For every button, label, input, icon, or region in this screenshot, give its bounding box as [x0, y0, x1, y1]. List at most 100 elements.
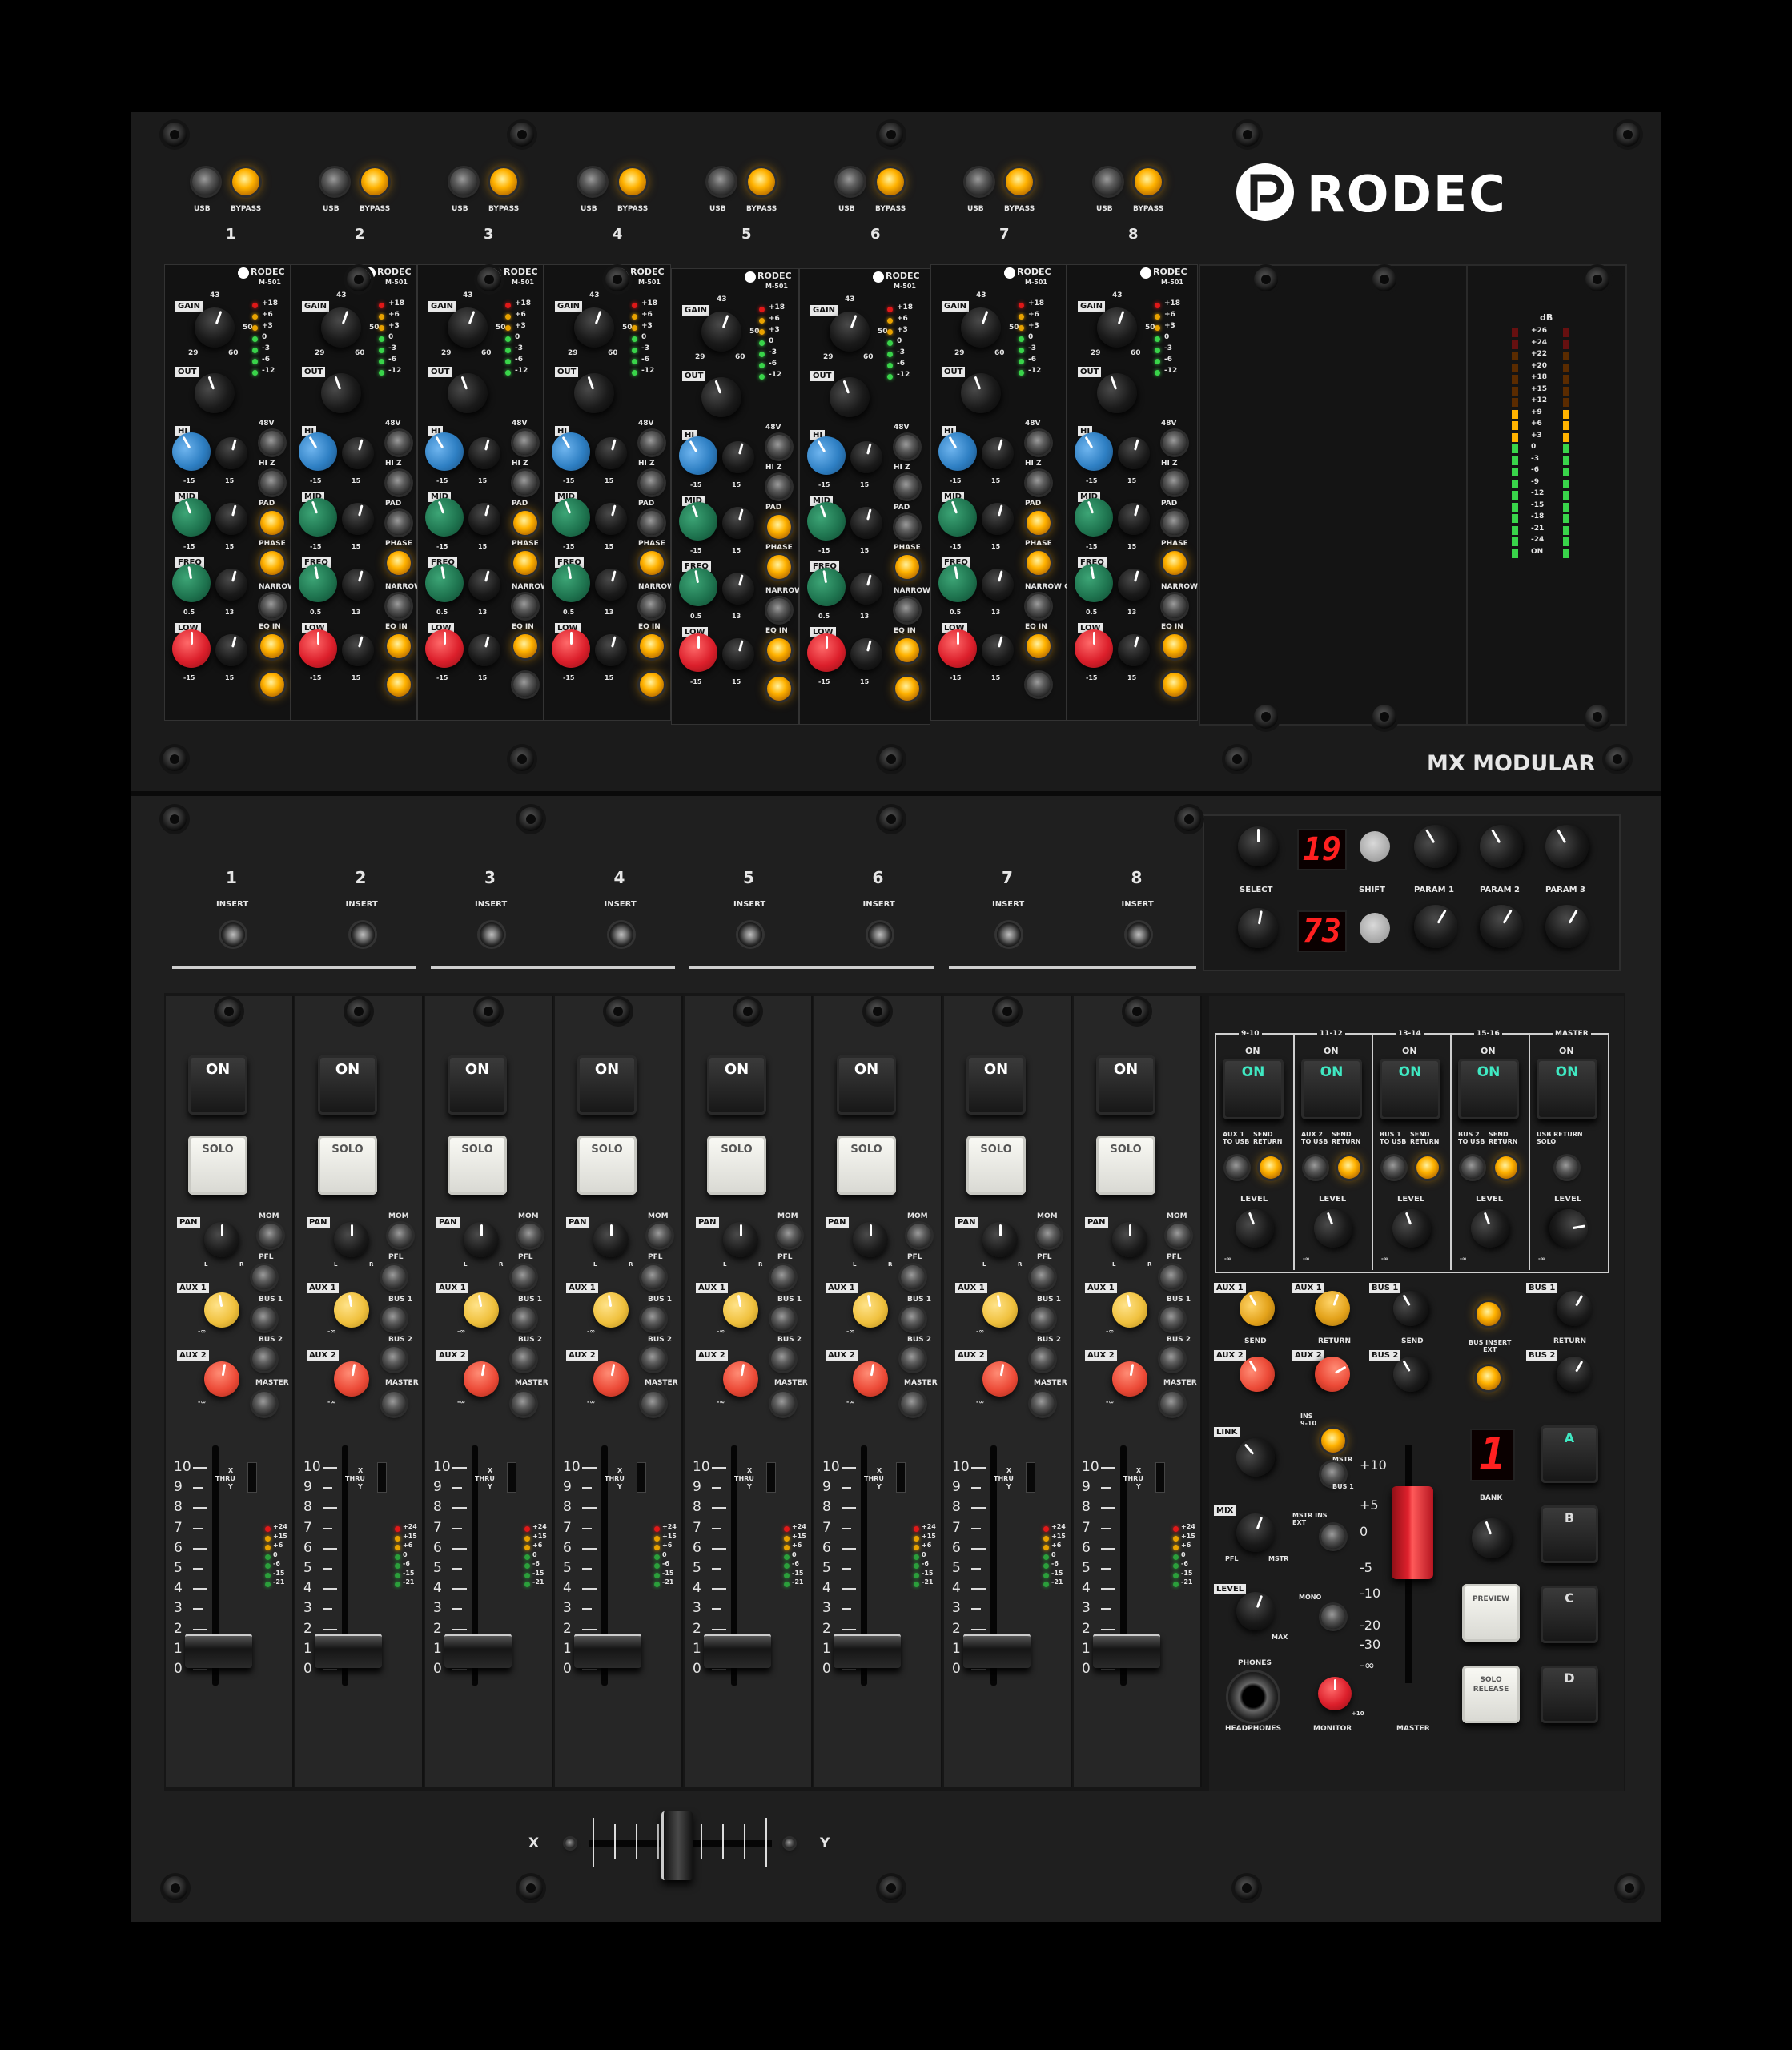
bypass-led-5[interactable]: [748, 168, 775, 195]
master-button-6[interactable]: [901, 1392, 925, 1416]
on-button-7[interactable]: ON: [966, 1055, 1026, 1115]
master-button-3[interactable]: [512, 1392, 536, 1416]
hiz-button[interactable]: [640, 471, 664, 495]
eq-knob-low[interactable]: [299, 629, 337, 668]
stereo-send-button-1[interactable]: [1260, 1156, 1282, 1179]
stereo-on-button-2[interactable]: ON: [1301, 1059, 1362, 1119]
mom-button-3[interactable]: [518, 1224, 542, 1248]
master-button-7[interactable]: [1031, 1392, 1055, 1416]
bus1-button-4[interactable]: [641, 1307, 665, 1331]
on-button-8[interactable]: ON: [1096, 1055, 1155, 1115]
eq-knob-low[interactable]: [679, 633, 717, 672]
phase-button[interactable]: [513, 551, 537, 575]
thru-switch-4[interactable]: [637, 1462, 646, 1493]
pad-button[interactable]: [513, 511, 537, 535]
bypass-led-2[interactable]: [361, 168, 388, 195]
hiz-button[interactable]: [260, 471, 284, 495]
bus1-button-5[interactable]: [771, 1307, 795, 1331]
usb-led-5[interactable]: [708, 168, 735, 195]
bus-insert-ext-bottom[interactable]: [1477, 1366, 1501, 1390]
master-button-1[interactable]: [252, 1392, 276, 1416]
pfl-button-4[interactable]: [641, 1265, 665, 1289]
insert-jack-2[interactable]: [350, 922, 375, 947]
bus1-button-2[interactable]: [382, 1307, 406, 1331]
crossfader-stop-y[interactable]: [785, 1839, 794, 1848]
pad-button[interactable]: [640, 511, 664, 535]
phase-button[interactable]: [895, 555, 919, 579]
bypass-led-8[interactable]: [1135, 168, 1162, 195]
pad-button[interactable]: [895, 515, 919, 539]
pad-button[interactable]: [260, 511, 284, 535]
usb-led-8[interactable]: [1095, 168, 1122, 195]
48v-button[interactable]: [1163, 431, 1187, 455]
eq-in-button[interactable]: [1163, 634, 1187, 658]
pfl-button-8[interactable]: [1160, 1265, 1184, 1289]
solo-release-button[interactable]: SOLO RELEASE: [1462, 1666, 1520, 1723]
bank-button-c[interactable]: C: [1541, 1586, 1598, 1643]
bank-button-b[interactable]: B: [1541, 1505, 1598, 1563]
48v-button[interactable]: [895, 435, 919, 459]
narrow-q-button[interactable]: [513, 594, 537, 618]
usb-led-4[interactable]: [579, 168, 606, 195]
bank-button-a[interactable]: A: [1541, 1425, 1598, 1483]
master-button-4[interactable]: [641, 1392, 665, 1416]
insert-jack-3[interactable]: [480, 922, 504, 947]
hiz-button[interactable]: [387, 471, 411, 495]
insert-jack-6[interactable]: [867, 922, 892, 947]
usb-led-6[interactable]: [837, 168, 864, 195]
master-button-2[interactable]: [382, 1392, 406, 1416]
eq-in-2-button[interactable]: [387, 673, 411, 697]
narrow-q-button[interactable]: [1163, 594, 1187, 618]
bus2-button-4[interactable]: [641, 1347, 665, 1371]
eq-in-button[interactable]: [767, 638, 791, 662]
preview-button[interactable]: PREVIEW: [1462, 1584, 1520, 1642]
hiz-button[interactable]: [513, 471, 537, 495]
bus2-button-8[interactable]: [1160, 1347, 1184, 1371]
bus1-button-3[interactable]: [512, 1307, 536, 1331]
mom-button-7[interactable]: [1037, 1224, 1061, 1248]
thru-switch-2[interactable]: [377, 1462, 387, 1493]
fader-cap-1[interactable]: [185, 1634, 252, 1668]
narrow-q-button[interactable]: [387, 594, 411, 618]
mom-button-5[interactable]: [777, 1224, 802, 1248]
insert-jack-8[interactable]: [1126, 922, 1151, 947]
pad-button[interactable]: [767, 515, 791, 539]
ins-button[interactable]: [1321, 1429, 1345, 1453]
48v-button[interactable]: [640, 431, 664, 455]
fader-cap-4[interactable]: [574, 1634, 641, 1668]
pad-button[interactable]: [387, 511, 411, 535]
stereo-send-button-4[interactable]: [1495, 1156, 1517, 1179]
monitor-knob[interactable]: [1318, 1677, 1352, 1710]
hiz-button[interactable]: [895, 475, 919, 499]
eq-in-button[interactable]: [387, 634, 411, 658]
narrow-q-button[interactable]: [640, 594, 664, 618]
pan-knob-5[interactable]: [723, 1222, 758, 1257]
pad-button[interactable]: [1163, 511, 1187, 535]
shift-button-top[interactable]: [1360, 831, 1390, 862]
narrow-q-button[interactable]: [1027, 594, 1051, 618]
pfl-button-6[interactable]: [901, 1265, 925, 1289]
pan-knob-3[interactable]: [464, 1222, 499, 1257]
mstr-ins-ext-button[interactable]: [1321, 1525, 1345, 1549]
usb-led-1[interactable]: [192, 168, 219, 195]
solo-button-5[interactable]: SOLO: [707, 1136, 766, 1195]
eq-in-2-button[interactable]: [767, 677, 791, 701]
eq-knob-low[interactable]: [1075, 629, 1113, 668]
bus2-button-1[interactable]: [252, 1347, 276, 1371]
mono-button[interactable]: [1321, 1605, 1345, 1629]
fader-cap-5[interactable]: [704, 1634, 771, 1668]
eq-in-2-button[interactable]: [513, 673, 537, 697]
stereo-on-button-3[interactable]: ON: [1380, 1059, 1440, 1119]
hiz-button[interactable]: [1027, 471, 1051, 495]
bypass-led-4[interactable]: [619, 168, 646, 195]
mom-button-2[interactable]: [388, 1224, 412, 1248]
stereo-usb-button-2[interactable]: [1304, 1156, 1327, 1179]
mom-button-6[interactable]: [907, 1224, 931, 1248]
on-button-6[interactable]: ON: [837, 1055, 896, 1115]
phase-button[interactable]: [767, 555, 791, 579]
master-fader-cap[interactable]: [1392, 1486, 1433, 1579]
bus2-button-2[interactable]: [382, 1347, 406, 1371]
shift-button-bottom[interactable]: [1360, 913, 1390, 943]
phase-button[interactable]: [640, 551, 664, 575]
on-button-1[interactable]: ON: [188, 1055, 247, 1115]
